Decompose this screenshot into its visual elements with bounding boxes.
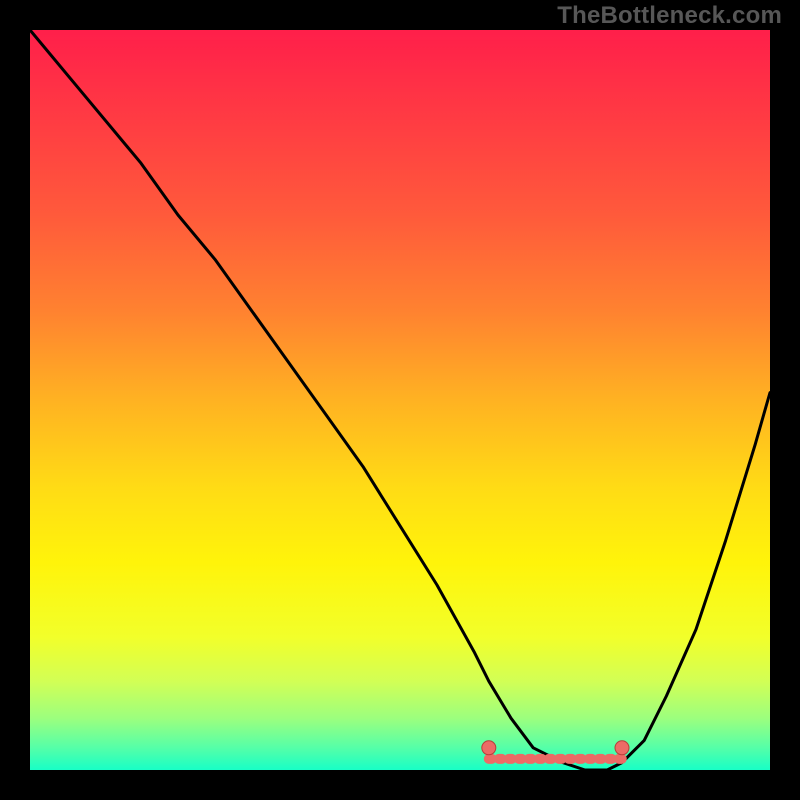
chart-frame: TheBottleneck.com	[0, 0, 800, 800]
range-end-marker	[615, 741, 629, 755]
watermark-text: TheBottleneck.com	[557, 2, 782, 30]
plot-background	[30, 30, 770, 770]
bottleneck-chart	[0, 0, 800, 800]
range-start-marker	[482, 741, 496, 755]
